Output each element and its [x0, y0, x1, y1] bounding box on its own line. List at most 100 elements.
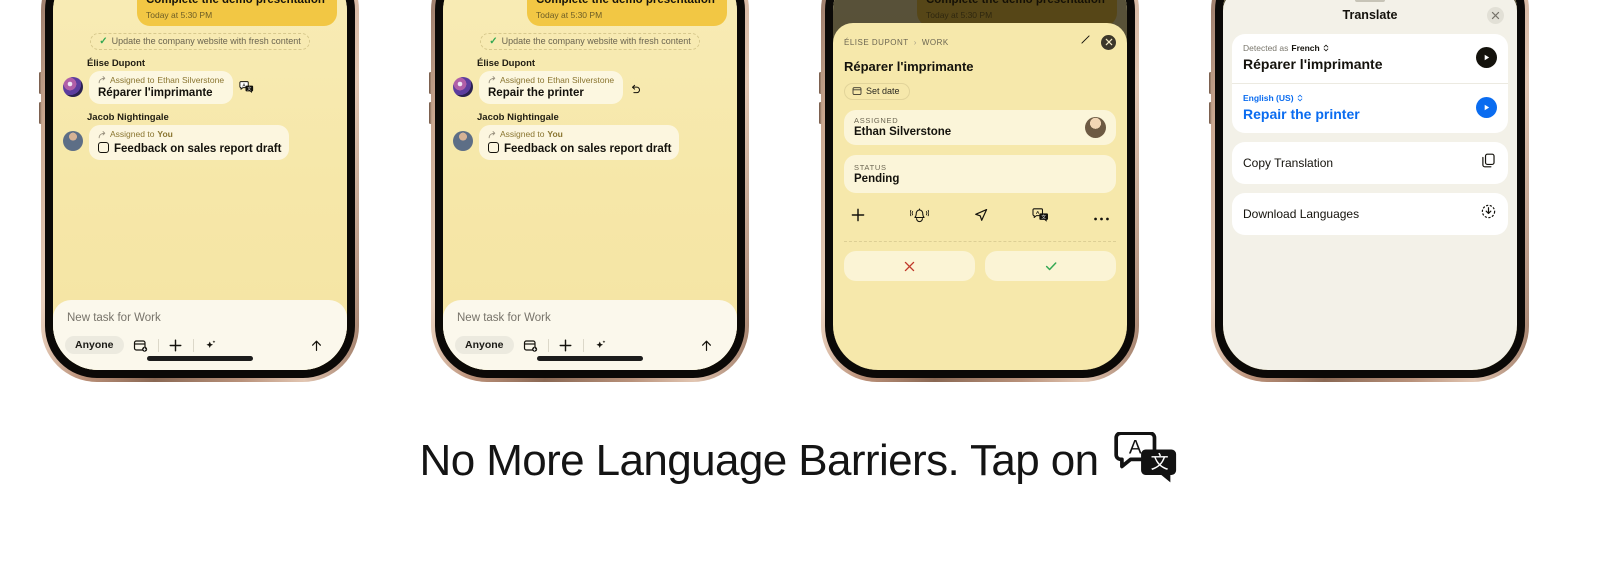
- volume-down-button[interactable]: [39, 102, 42, 124]
- check-icon: ✓: [99, 35, 108, 47]
- reject-button[interactable]: [844, 251, 975, 281]
- field-assigned[interactable]: ASSIGNED Ethan Silverstone: [844, 110, 1116, 145]
- composer-toolbar: Anyone: [65, 336, 335, 354]
- send-up-icon[interactable]: [691, 338, 725, 353]
- accept-button[interactable]: [985, 251, 1116, 281]
- avatar[interactable]: [63, 131, 83, 152]
- assigned-line: Assigned to Ethan Silverstone: [488, 75, 614, 86]
- audience-chip[interactable]: Anyone: [65, 336, 124, 354]
- calendar-add-icon[interactable]: [124, 338, 158, 353]
- close-icon[interactable]: [1487, 7, 1504, 24]
- outgoing-task-bubble[interactable]: Assigned to Max Thunderbolt Complete the…: [527, 0, 727, 26]
- incoming-task-bubble[interactable]: Assigned to Ethan Silverstone Repair the…: [479, 70, 624, 105]
- audience-chip[interactable]: Anyone: [455, 336, 514, 354]
- play-icon[interactable]: [1476, 97, 1497, 118]
- incoming-task-bubble[interactable]: Assigned to Ethan Silverstone Réparer l'…: [89, 70, 234, 105]
- copy-translation-label: Copy Translation: [1243, 156, 1334, 170]
- copy-translation-item[interactable]: Copy Translation: [1232, 142, 1508, 184]
- new-task-input[interactable]: New task for Work: [65, 312, 335, 324]
- breadcrumb-list: WORK: [921, 37, 949, 47]
- detail-title: Réparer l'imprimante: [844, 59, 974, 74]
- set-date-label: Set date: [866, 86, 900, 96]
- incoming-task-bubble[interactable]: Assigned to You Feedback on sales report…: [479, 125, 679, 160]
- assign-arrow-icon: [98, 130, 106, 138]
- target-language-selector[interactable]: English (US): [1243, 93, 1360, 103]
- close-icon[interactable]: [1101, 34, 1116, 50]
- volume-up-button[interactable]: [429, 72, 432, 94]
- ellipsis-icon[interactable]: [1093, 209, 1110, 227]
- breadcrumb-owner: ÉLISE DUPONT: [844, 37, 909, 47]
- assigned-prefix: Assigned to: [110, 129, 155, 140]
- target-row[interactable]: English (US) Repair the printer: [1232, 83, 1508, 133]
- svg-text:文: 文: [247, 85, 251, 91]
- source-row[interactable]: Detected as French Réparer l'imprimante: [1232, 34, 1508, 83]
- volume-up-button[interactable]: [39, 72, 42, 94]
- completed-task-row[interactable]: ✓ Update the company website with fresh …: [90, 32, 310, 50]
- avatar[interactable]: [1085, 116, 1106, 138]
- phone-screen-1: Assigned to Max Thunderbolt Complete the…: [53, 0, 347, 370]
- task-text: Repair the printer: [488, 87, 584, 100]
- field-status[interactable]: STATUS Pending: [844, 155, 1116, 193]
- task-text-row: Feedback on sales report draft: [98, 141, 281, 155]
- undo-translate-icon[interactable]: [629, 83, 642, 101]
- phone-mockup-4: Assigned to Max Thunderbolt Complete the…: [1209, 0, 1529, 382]
- volume-down-button[interactable]: [819, 102, 822, 124]
- message-row: Assigned to You Feedback on sales report…: [63, 125, 337, 160]
- assignee-name: You: [547, 129, 563, 140]
- checkbox-icon[interactable]: [98, 141, 109, 153]
- svg-text:文: 文: [1151, 453, 1169, 474]
- assign-arrow-icon: [98, 76, 106, 84]
- sparkles-icon[interactable]: [194, 338, 228, 353]
- play-icon[interactable]: [1476, 47, 1497, 68]
- assigned-line: Assigned to Ethan Silverstone: [98, 75, 224, 86]
- message-group-elise: Élise Dupont Assigned to Ethan Silversto…: [63, 58, 337, 105]
- bell-alert-icon[interactable]: [909, 207, 930, 228]
- task-list-screen: Assigned to Max Thunderbolt Complete the…: [53, 0, 347, 370]
- source-language-selector[interactable]: Detected as French: [1243, 43, 1383, 53]
- send-up-icon[interactable]: [301, 338, 335, 353]
- incoming-task-bubble[interactable]: Assigned to You Feedback on sales report…: [89, 125, 289, 160]
- task-list-scroll[interactable]: Assigned to Max Thunderbolt Complete the…: [443, 0, 737, 300]
- check-icon: ✓: [489, 35, 498, 47]
- volume-up-button[interactable]: [819, 72, 822, 94]
- detail-action-bar: A 文: [844, 193, 1116, 241]
- outgoing-task-bubble[interactable]: Assigned to Max Thunderbolt Complete the…: [137, 0, 337, 26]
- volume-up-button[interactable]: [1209, 72, 1212, 94]
- source-language: French: [1291, 43, 1320, 53]
- calendar-add-icon[interactable]: [514, 338, 548, 353]
- set-date-button[interactable]: Set date: [844, 83, 910, 100]
- edit-pencil-icon[interactable]: [1079, 33, 1092, 51]
- avatar[interactable]: [453, 131, 473, 152]
- assignee-name: You: [157, 129, 173, 140]
- translate-icon[interactable]: A 文: [239, 81, 254, 99]
- sparkles-icon[interactable]: [584, 338, 618, 353]
- field-text: ASSIGNED Ethan Silverstone: [854, 116, 951, 138]
- sheet-title: Translate: [1342, 8, 1398, 22]
- task-title: Complete the demo presentation: [926, 0, 1105, 7]
- completed-task-row[interactable]: ✓ Update the company website with fresh …: [480, 32, 700, 50]
- send-icon[interactable]: [973, 207, 989, 228]
- assigned-line: Assigned to You: [98, 129, 280, 140]
- download-languages-item[interactable]: Download Languages: [1232, 193, 1508, 235]
- svg-text:A: A: [1129, 438, 1142, 459]
- home-indicator[interactable]: [147, 356, 253, 361]
- avatar[interactable]: [453, 76, 473, 97]
- new-task-input[interactable]: New task for Work: [455, 312, 725, 324]
- volume-down-button[interactable]: [1209, 102, 1212, 124]
- task-list-scroll[interactable]: Assigned to Max Thunderbolt Complete the…: [53, 0, 347, 300]
- task-title: Complete the demo presentation: [536, 0, 715, 7]
- translate-icon[interactable]: A 文: [1032, 207, 1049, 228]
- sender-name: Élise Dupont: [477, 57, 536, 69]
- assigned-line: Assigned to You: [488, 129, 670, 140]
- plus-icon[interactable]: [159, 338, 193, 353]
- phone-bezel: Assigned to Max Thunderbolt Complete the…: [1215, 0, 1525, 378]
- volume-down-button[interactable]: [429, 102, 432, 124]
- home-indicator[interactable]: [537, 356, 643, 361]
- phone-screen-2: Assigned to Max Thunderbolt Complete the…: [443, 0, 737, 370]
- detail-header: ÉLISE DUPONT › WORK: [844, 33, 1116, 51]
- target-language: English (US): [1243, 93, 1294, 103]
- plus-icon[interactable]: [549, 338, 583, 353]
- plus-icon[interactable]: [850, 207, 866, 228]
- checkbox-icon[interactable]: [488, 141, 499, 153]
- avatar[interactable]: [63, 76, 83, 97]
